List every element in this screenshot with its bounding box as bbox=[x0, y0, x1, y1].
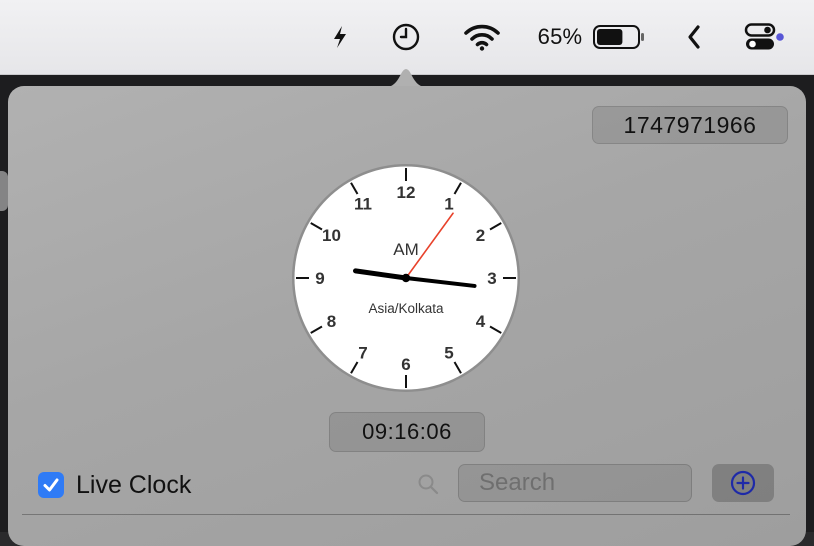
clock-numeral-8: 8 bbox=[327, 312, 336, 331]
unix-timestamp-field[interactable]: 1747971966 bbox=[592, 106, 788, 144]
clock-numeral-9: 9 bbox=[315, 269, 324, 288]
analog-clock: 121234567891011 AM Asia/Kolkata bbox=[292, 164, 520, 392]
search-icon bbox=[418, 474, 439, 495]
plus-circle-icon bbox=[730, 470, 756, 496]
search-input[interactable]: Search bbox=[458, 464, 692, 502]
clock-numeral-12: 12 bbox=[397, 183, 416, 202]
clock-numeral-2: 2 bbox=[476, 226, 485, 245]
clock-numeral-11: 11 bbox=[354, 195, 372, 214]
control-center-icon[interactable] bbox=[742, 0, 786, 74]
battery-icon[interactable] bbox=[592, 0, 646, 74]
clock-numeral-4: 4 bbox=[476, 312, 486, 331]
clock-numeral-6: 6 bbox=[401, 355, 410, 374]
clock-numeral-5: 5 bbox=[444, 343, 453, 362]
clock-numeral-7: 7 bbox=[358, 343, 367, 362]
chevron-left-icon[interactable] bbox=[680, 0, 708, 74]
divider bbox=[22, 514, 790, 515]
add-timezone-button[interactable] bbox=[712, 464, 774, 502]
background-window-edge bbox=[0, 171, 8, 211]
clock-numeral-10: 10 bbox=[322, 226, 341, 245]
live-clock-toggle[interactable]: Live Clock bbox=[38, 470, 191, 500]
clock-period: AM bbox=[393, 240, 419, 259]
popover-arrow bbox=[380, 69, 432, 88]
search-placeholder: Search bbox=[479, 469, 556, 496]
live-clock-label: Live Clock bbox=[76, 470, 192, 499]
live-clock-checkbox[interactable] bbox=[38, 472, 64, 498]
bolt-icon[interactable] bbox=[327, 0, 353, 74]
wifi-icon[interactable] bbox=[462, 0, 502, 74]
checkmark-icon bbox=[43, 478, 59, 492]
clock-timezone: Asia/Kolkata bbox=[368, 301, 444, 316]
clock-numeral-3: 3 bbox=[487, 269, 496, 288]
clock-center-pin bbox=[401, 273, 411, 283]
clock-popover: 1747971966 12 1 2 3 4 5 6 7 8 9 10 11 AM Asia/Kolka… bbox=[8, 86, 806, 546]
clock-numeral-1: 1 bbox=[444, 195, 453, 214]
battery-percentage[interactable]: 65% bbox=[532, 0, 588, 74]
digital-time-field[interactable]: 09:16:06 bbox=[329, 412, 485, 452]
